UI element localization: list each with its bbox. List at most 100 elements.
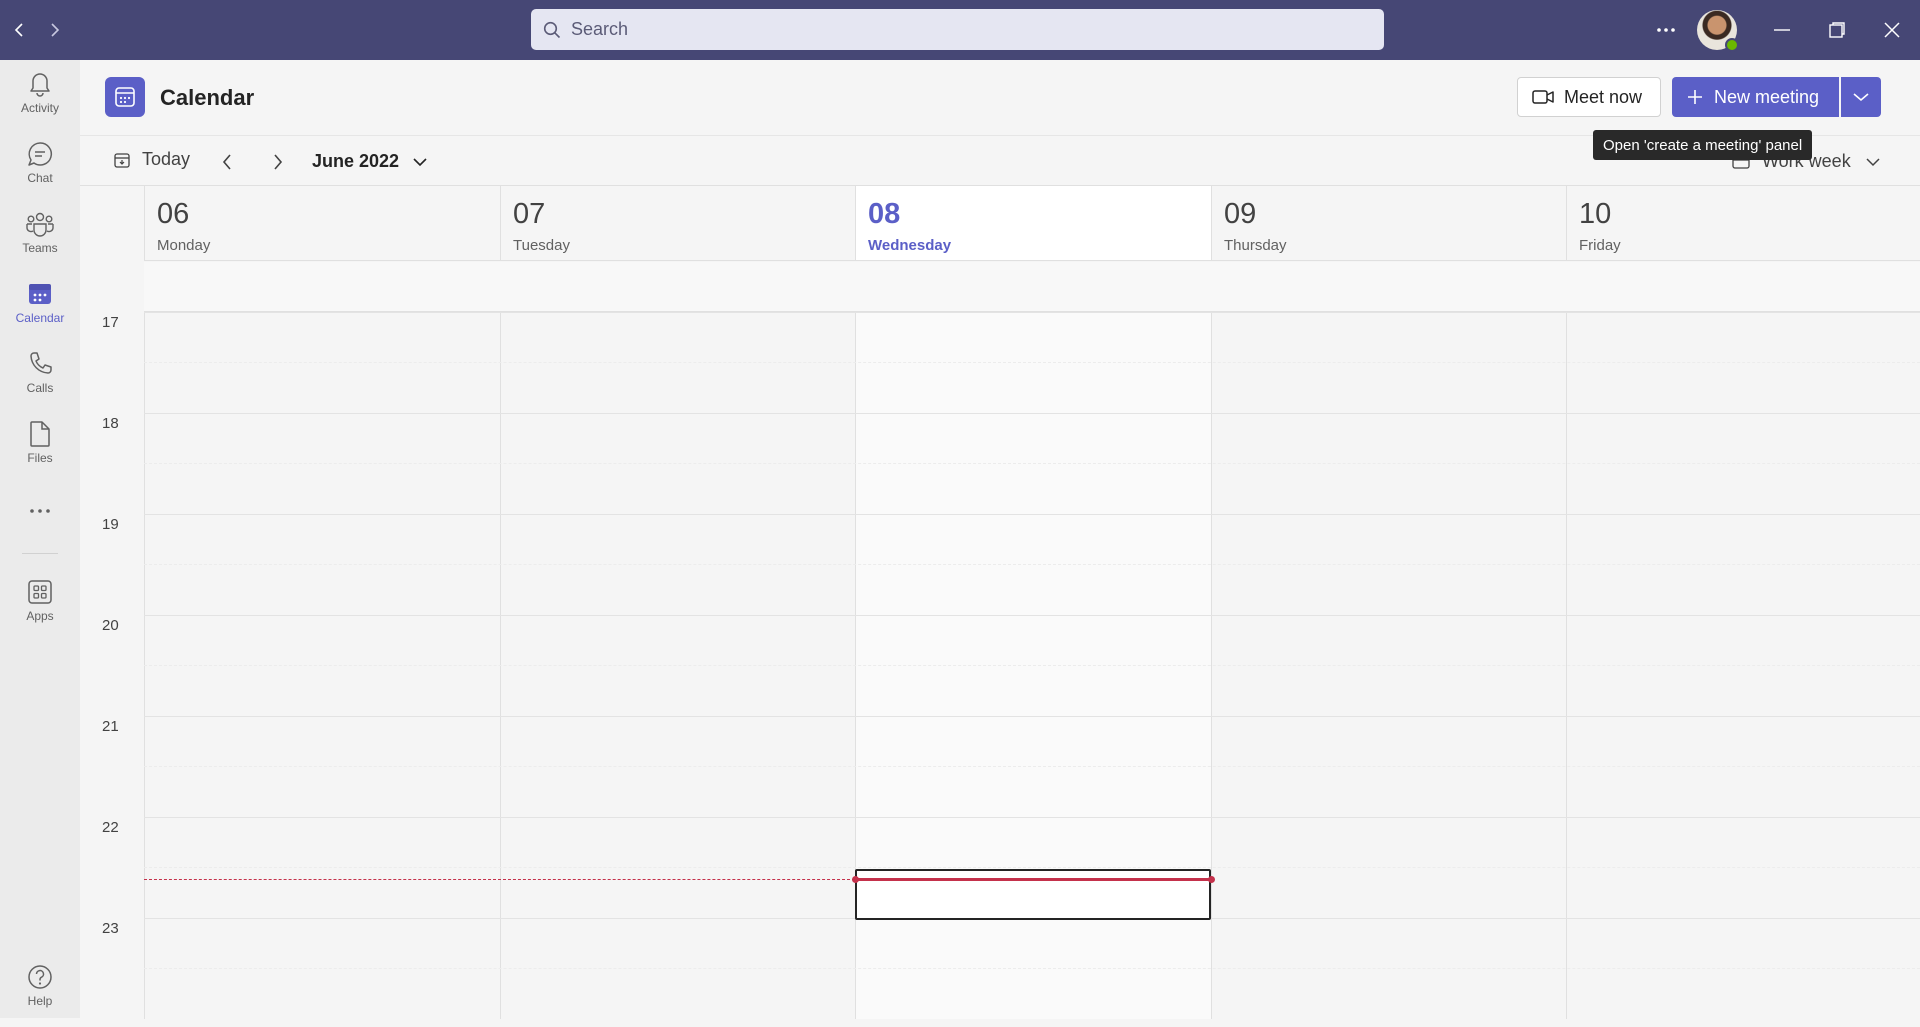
chevron-down-icon (1866, 157, 1880, 166)
half-hour-gridline (144, 867, 1920, 868)
day-name: Thursday (1224, 237, 1287, 254)
help-icon (28, 965, 52, 989)
current-time-dot (852, 876, 859, 883)
calendar-icon (29, 284, 51, 304)
day-header-wednesday[interactable]: 08 Wednesday (855, 186, 1211, 261)
current-time-dashed-line (144, 879, 855, 880)
today-label: Today (142, 149, 191, 169)
rail-item-apps[interactable]: Apps (0, 578, 80, 642)
back-arrow-icon[interactable] (6, 17, 32, 43)
forward-arrow-icon[interactable] (42, 17, 68, 43)
rail-item-calls[interactable]: Calls (0, 350, 80, 414)
month-label: June 2022 (312, 151, 400, 171)
video-camera-icon (1532, 90, 1554, 104)
more-apps-icon[interactable] (0, 508, 80, 532)
day-name: Wednesday (868, 237, 952, 254)
today-button[interactable]: Today (114, 149, 190, 170)
chevron-right-icon (274, 154, 283, 170)
rail-item-teams[interactable]: Teams (0, 210, 80, 274)
avatar[interactable] (1697, 10, 1739, 52)
half-hour-gridline (144, 968, 1920, 969)
rail-item-label: Chat (27, 171, 53, 185)
current-time-line (855, 878, 1211, 881)
all-day-row[interactable] (144, 262, 1920, 312)
hour-label: 21 (102, 718, 119, 735)
current-time-dot (1208, 876, 1215, 883)
day-number: 09 (1224, 198, 1257, 230)
bell-icon (30, 73, 50, 97)
rail-item-label: Teams (22, 241, 58, 255)
hour-label: 18 (102, 415, 119, 432)
rail-divider (22, 553, 58, 554)
rail-item-files[interactable]: Files (0, 420, 80, 484)
more-options-icon[interactable] (1651, 15, 1681, 45)
chat-icon (28, 142, 53, 166)
hour-gridline (144, 615, 1920, 616)
close-icon[interactable] (1877, 15, 1907, 45)
hour-label: 23 (102, 920, 119, 937)
rail-item-chat[interactable]: Chat (0, 140, 80, 204)
page-title: Calendar (160, 85, 255, 110)
half-hour-gridline (144, 665, 1920, 666)
calendar-header: Calendar Meet now New meeting (80, 60, 1920, 136)
hour-label: 17 (102, 314, 119, 331)
meet-now-button[interactable]: Meet now (1517, 77, 1661, 117)
phone-icon (30, 352, 52, 374)
day-column-monday[interactable] (144, 262, 500, 1019)
half-hour-gridline (144, 766, 1920, 767)
new-meeting-label: New meeting (1714, 86, 1820, 107)
day-number: 08 (868, 198, 901, 230)
day-header-tuesday[interactable]: 07 Tuesday (500, 186, 855, 261)
rail-item-activity[interactable]: Activity (0, 70, 80, 134)
day-number: 10 (1579, 198, 1612, 230)
teams-icon (26, 212, 54, 237)
previous-week-button[interactable] (216, 151, 238, 173)
search-placeholder: Search (571, 19, 629, 39)
day-name: Tuesday (513, 237, 570, 254)
day-header-thursday[interactable]: 09 Thursday (1211, 186, 1566, 261)
tooltip-text: Open 'create a meeting' panel (1603, 136, 1803, 154)
day-number: 06 (157, 198, 190, 230)
rail-item-label: Files (27, 451, 53, 465)
half-hour-gridline (144, 463, 1920, 464)
chevron-left-icon (222, 154, 231, 170)
day-name: Monday (157, 237, 211, 254)
day-column-thursday[interactable] (1211, 262, 1566, 1019)
day-column-tuesday[interactable] (500, 262, 855, 1019)
hour-label: 22 (102, 819, 119, 836)
hour-gridline (144, 413, 1920, 414)
month-picker[interactable]: June 2022 (312, 151, 428, 172)
day-header-friday[interactable]: 10 Friday (1566, 186, 1920, 261)
hour-gridline (144, 312, 1920, 313)
rail-item-help[interactable]: Help (0, 963, 80, 1027)
search-input[interactable]: Search (531, 9, 1384, 50)
tooltip: Open 'create a meeting' panel (1593, 130, 1813, 160)
chevron-down-icon (413, 158, 427, 167)
day-header-monday[interactable]: 06 Monday (144, 186, 500, 261)
file-icon (30, 421, 50, 447)
presence-available-icon (1725, 38, 1739, 52)
next-week-button[interactable] (267, 151, 289, 173)
rail-item-label: Activity (20, 101, 59, 115)
chevron-down-icon (1853, 93, 1869, 102)
restore-icon[interactable] (1822, 15, 1852, 45)
new-meeting-button[interactable]: New meeting (1672, 77, 1839, 117)
plus-icon (1688, 90, 1702, 104)
title-bar: Search (0, 0, 1920, 60)
half-hour-gridline (144, 564, 1920, 565)
day-number: 07 (513, 198, 546, 230)
calendar-app-icon (105, 77, 145, 117)
hour-label: 19 (102, 516, 119, 533)
half-hour-gridline (144, 362, 1920, 363)
meet-now-label: Meet now (1564, 86, 1643, 107)
calendar-grid: 06 Monday 07 Tuesday 08 Wednesday 09 Thu… (80, 185, 1920, 1019)
rail-item-label: Calendar (15, 311, 65, 325)
minimize-icon[interactable] (1767, 15, 1797, 45)
day-column-friday[interactable] (1566, 262, 1920, 1019)
day-name: Friday (1579, 237, 1621, 254)
selected-time-slot[interactable] (855, 869, 1211, 920)
rail-item-calendar[interactable]: Calendar (0, 280, 80, 344)
hour-label: 20 (102, 617, 119, 634)
new-meeting-dropdown-button[interactable] (1841, 77, 1881, 117)
hour-gridline (144, 514, 1920, 515)
